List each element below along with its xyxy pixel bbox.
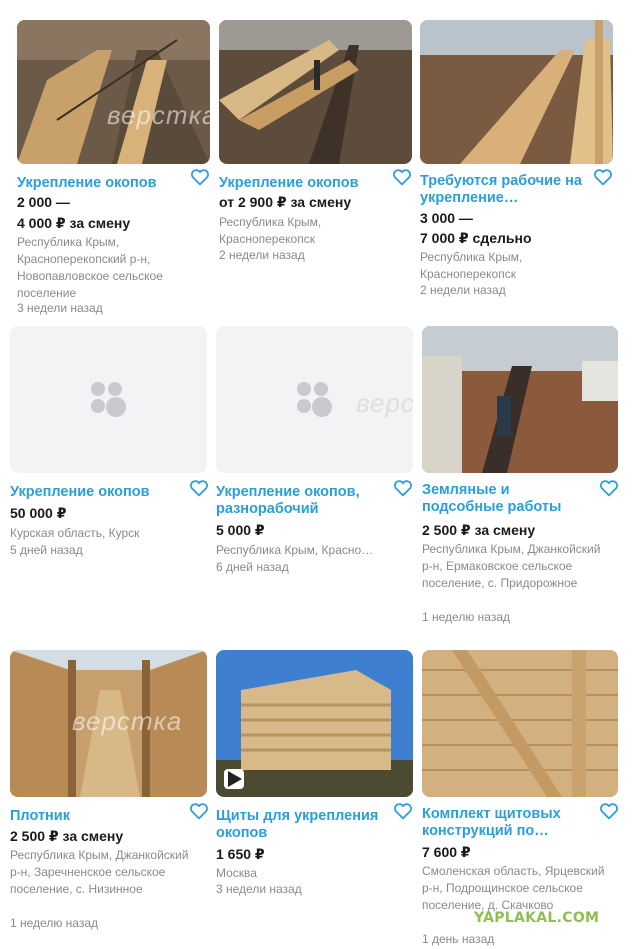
listing-photo[interactable]: верстка bbox=[10, 650, 207, 797]
heart-icon[interactable] bbox=[392, 168, 412, 186]
listing-title[interactable]: Укрепление окопов, разнорабочий bbox=[216, 484, 386, 518]
watermark: верстка bbox=[356, 388, 413, 418]
listing-photo[interactable]: верстка bbox=[17, 20, 210, 164]
heart-icon[interactable] bbox=[593, 168, 613, 186]
price-line: 7 600 ₽ bbox=[422, 844, 471, 860]
listing-title[interactable]: Комплект щитовых конструкций по… bbox=[422, 806, 592, 840]
listing-photo[interactable] bbox=[422, 326, 618, 473]
listing-title[interactable]: Плотник bbox=[10, 808, 180, 825]
price-line: 7 000 ₽ сдельно bbox=[420, 230, 532, 246]
listing-age: 1 неделю назад bbox=[10, 916, 99, 930]
play-icon[interactable] bbox=[224, 769, 244, 789]
price-line: от 2 900 ₽ за смену bbox=[219, 194, 352, 210]
price-line: 1 650 ₽ bbox=[216, 846, 265, 862]
price-line: 2 500 ₽ за смену bbox=[10, 828, 124, 844]
site-watermark: YAPLAKAL.COM bbox=[474, 910, 600, 926]
heart-icon[interactable] bbox=[189, 802, 209, 820]
price-line: 2 000 — bbox=[17, 194, 70, 210]
listing-photo[interactable] bbox=[216, 650, 413, 797]
listing-photo[interactable] bbox=[420, 20, 613, 164]
heart-icon[interactable] bbox=[190, 168, 210, 186]
heart-icon[interactable] bbox=[599, 802, 619, 820]
listing-location: Республика Крым, Красноперекопск bbox=[420, 250, 523, 281]
listing-photo[interactable] bbox=[422, 650, 618, 797]
listing-age: 1 день назад bbox=[422, 932, 495, 946]
listing-age: 5 дней назад bbox=[10, 543, 83, 557]
listing-title[interactable]: Земляные и подсобные работы bbox=[422, 482, 592, 516]
listing-title[interactable]: Требуются рабочие на укрепление… bbox=[420, 173, 590, 207]
heart-icon[interactable] bbox=[599, 479, 619, 497]
listing-age: 2 недели назад bbox=[420, 283, 506, 297]
listing-location: Республика Крым, Красноперекопский р-н, … bbox=[17, 235, 163, 300]
heart-icon[interactable] bbox=[189, 479, 209, 497]
placeholder-icon bbox=[296, 381, 333, 418]
price-line: 5 000 ₽ bbox=[216, 522, 265, 538]
image-placeholder[interactable] bbox=[10, 326, 207, 473]
listing-age: 3 недели назад bbox=[17, 301, 103, 315]
listing-age: 3 недели назад bbox=[216, 882, 302, 896]
listing-title[interactable]: Укрепление окопов bbox=[10, 484, 180, 501]
listing-age: 1 неделю назад bbox=[422, 610, 511, 624]
placeholder-icon bbox=[90, 381, 127, 418]
listing-location: Республика Крым, Джанкойский р-н, Ермако… bbox=[422, 542, 601, 590]
listing-age: 6 дней назад bbox=[216, 560, 289, 574]
listing-location: Курская область, Курск bbox=[10, 526, 140, 540]
listing-age: 2 недели назад bbox=[219, 248, 305, 262]
price-line: 50 000 ₽ bbox=[10, 505, 67, 521]
listing-location: Смоленская область, Ярцевский р-н, Подро… bbox=[422, 864, 605, 912]
price-line: 4 000 ₽ за смену bbox=[17, 215, 131, 231]
listing-location: Москва bbox=[216, 866, 257, 880]
listing-location: Республика Крым, Джанкойский р-н, Заречн… bbox=[10, 848, 189, 896]
price-line: 3 000 — bbox=[420, 210, 473, 226]
listing-title[interactable]: Укрепление окопов bbox=[17, 175, 187, 192]
listing-location: Республика Крым, Красноперекопск bbox=[219, 215, 322, 246]
image-placeholder[interactable]: верстка bbox=[216, 326, 413, 473]
listing-title[interactable]: Щиты для укрепления окопов bbox=[216, 808, 386, 842]
listing-title[interactable]: Укрепление окопов bbox=[219, 175, 389, 192]
heart-icon[interactable] bbox=[393, 479, 413, 497]
price-line: 2 500 ₽ за смену bbox=[422, 522, 536, 538]
heart-icon[interactable] bbox=[393, 802, 413, 820]
listing-photo[interactable] bbox=[219, 20, 412, 164]
listing-location: Республика Крым, Красно… bbox=[216, 543, 374, 557]
